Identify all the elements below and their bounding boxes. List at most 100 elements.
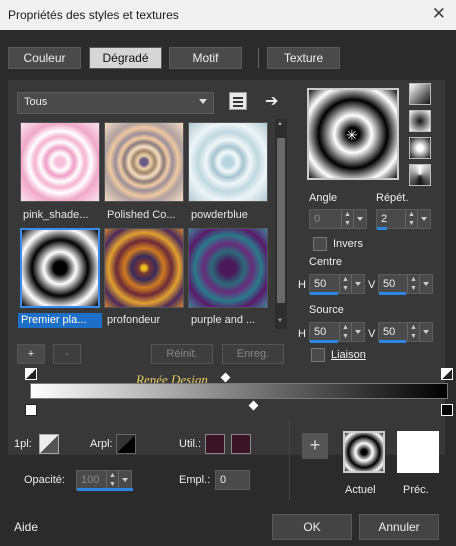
scroll-down-icon[interactable]: ▼: [277, 318, 283, 324]
delete-gradient-button[interactable]: -: [53, 344, 81, 364]
link-label: Liaison: [331, 349, 366, 361]
location-value: 0: [220, 474, 227, 486]
previous-label: Préc.: [403, 484, 429, 496]
linear-gradient-style-icon[interactable]: [409, 83, 431, 105]
center-v-label: V: [368, 279, 376, 291]
user-color-swatch-2[interactable]: [231, 434, 251, 454]
source-label: Source: [309, 304, 344, 316]
repeat-label: Répét.: [376, 192, 409, 204]
center-h-stepper-icon[interactable]: ▲ ▼: [339, 275, 351, 293]
gradient-swatch[interactable]: [104, 122, 184, 202]
center-v-input[interactable]: 50 ▲ ▼: [378, 274, 433, 295]
list-view-icon[interactable]: [229, 92, 247, 110]
ok-button[interactable]: OK: [272, 514, 352, 540]
gradient-name: pink_shade...: [23, 209, 89, 221]
center-h-level-bar: [310, 292, 338, 295]
source-h-stepper-icon[interactable]: ▲ ▼: [339, 323, 351, 341]
save-gradient-button[interactable]: Enreg.: [222, 344, 284, 364]
tab-motif[interactable]: Motif: [169, 47, 242, 69]
add-to-list-button[interactable]: +: [302, 433, 328, 459]
scroll-up-icon[interactable]: ▲: [277, 121, 283, 127]
opacity-stop-left-marker[interactable]: [25, 368, 37, 380]
repeat-input[interactable]: 2 ▲ ▼: [376, 209, 431, 230]
gradient-swatch[interactable]: [188, 122, 268, 202]
tab-texture[interactable]: Texture: [267, 47, 340, 69]
source-h-label: H: [298, 328, 306, 340]
add-gradient-button[interactable]: +: [17, 344, 45, 364]
source-v-dropdown-icon[interactable]: [419, 323, 432, 341]
arrow-right-icon[interactable]: ➔: [265, 91, 278, 111]
invert-checkbox[interactable]: [313, 237, 327, 251]
gradient-name: profondeur: [107, 314, 161, 326]
link-checkbox[interactable]: [311, 348, 325, 362]
source-v-value: 50: [383, 326, 396, 338]
category-dropdown[interactable]: Tous: [17, 92, 214, 114]
title-bar: Propriétés des styles et textures ✕: [0, 0, 456, 30]
gradient-swatch[interactable]: [188, 228, 268, 308]
user-color-label: Util.:: [179, 438, 201, 450]
angle-value: 0: [314, 213, 321, 225]
center-v-level-bar: [379, 292, 406, 295]
invert-label: Invers: [333, 238, 363, 250]
opacity-dropdown-icon[interactable]: [118, 471, 131, 489]
color-stop-left-marker[interactable]: [25, 404, 37, 416]
angle-input[interactable]: 0 ▲ ▼: [309, 209, 367, 229]
gradient-name: Premier pla...: [18, 313, 102, 328]
sunburst-gradient-style-icon[interactable]: [409, 164, 431, 186]
tab-separator: [258, 48, 259, 68]
center-v-value: 50: [383, 278, 396, 290]
source-h-dropdown-icon[interactable]: [351, 323, 364, 341]
location-input[interactable]: 0: [215, 470, 250, 490]
center-crosshair-icon[interactable]: ✳: [346, 127, 358, 144]
center-v-stepper-icon[interactable]: ▲ ▼: [407, 275, 419, 293]
center-v-dropdown-icon[interactable]: [419, 275, 432, 293]
first-plan-color-icon[interactable]: [39, 434, 59, 454]
color-stop-right-marker[interactable]: [441, 404, 453, 416]
angle-dropdown-icon[interactable]: [353, 210, 366, 228]
chevron-down-icon: [199, 99, 207, 104]
source-v-level-bar: [379, 340, 406, 343]
center-label: Centre: [309, 256, 343, 268]
background-plan-label: Arpl:: [90, 438, 113, 450]
repeat-stepper-icon[interactable]: ▲ ▼: [405, 210, 417, 228]
scrollbar-thumb[interactable]: [277, 138, 285, 303]
opacity-level-bar: [77, 488, 133, 491]
rectangular-gradient-style-icon[interactable]: [409, 110, 431, 132]
center-h-value: 50: [314, 278, 327, 290]
angle-label: Angle: [309, 192, 338, 204]
cancel-button[interactable]: Annuler: [359, 514, 439, 540]
close-icon[interactable]: ✕: [432, 4, 446, 24]
current-gradient-preview[interactable]: [343, 431, 385, 473]
opacity-stepper-icon[interactable]: ▲ ▼: [106, 471, 118, 489]
gradient-bar[interactable]: [30, 383, 448, 399]
gradient-preview[interactable]: ✳: [307, 88, 399, 180]
location-label: Empl.:: [179, 474, 211, 486]
source-v-input[interactable]: 50 ▲ ▼: [378, 322, 433, 343]
source-v-stepper-icon[interactable]: ▲ ▼: [407, 323, 419, 341]
center-h-dropdown-icon[interactable]: [351, 275, 364, 293]
radial-gradient-style-icon[interactable]: [409, 137, 431, 159]
source-v-label: V: [368, 328, 376, 340]
angle-stepper-icon[interactable]: ▲ ▼: [341, 210, 353, 228]
gradient-swatch[interactable]: [20, 122, 100, 202]
previous-gradient-preview[interactable]: [397, 431, 439, 473]
gradient-swatch[interactable]: [104, 228, 184, 308]
user-color-swatch-1[interactable]: [205, 434, 225, 454]
tab-couleur[interactable]: Couleur: [8, 47, 81, 69]
opacity-value: 100: [81, 474, 100, 486]
tab-degrade[interactable]: Dégradé: [89, 47, 162, 69]
help-link[interactable]: Aide: [14, 520, 38, 534]
repeat-dropdown-icon[interactable]: [417, 210, 430, 228]
opacity-input[interactable]: 100 ▲ ▼: [76, 470, 133, 491]
opacity-stop-right-marker[interactable]: [441, 368, 453, 380]
center-h-input[interactable]: 50 ▲ ▼: [309, 274, 365, 295]
gradient-swatch[interactable]: [20, 228, 100, 308]
repeat-value: 2: [381, 213, 388, 225]
source-h-level-bar: [310, 340, 338, 343]
source-h-input[interactable]: 50 ▲ ▼: [309, 322, 365, 343]
background-plan-color-icon[interactable]: [116, 434, 136, 454]
reset-button[interactable]: Réinit.: [151, 344, 213, 364]
gradient-name: Polished Co...: [107, 209, 176, 221]
gradient-name: purple and ...: [191, 314, 256, 326]
source-h-value: 50: [314, 326, 327, 338]
